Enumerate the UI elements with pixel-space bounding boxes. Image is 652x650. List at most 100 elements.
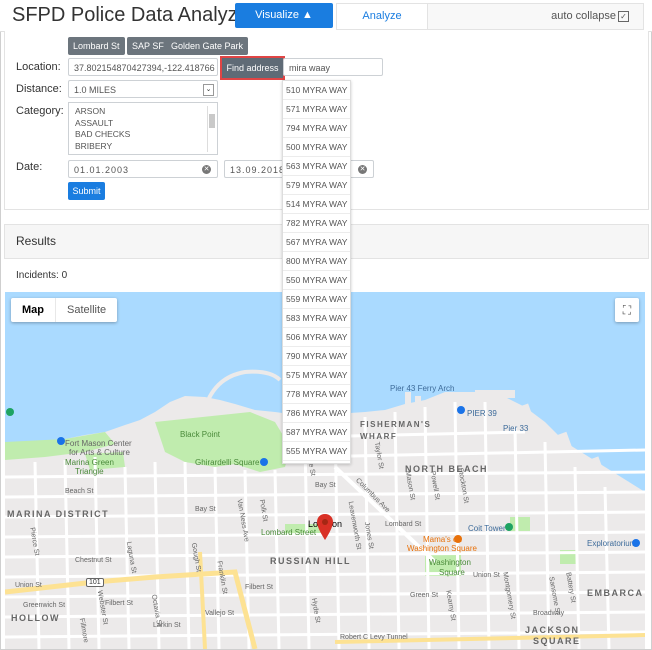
clear-date-to-icon[interactable]: ✕ <box>358 165 367 174</box>
map-label: Square <box>439 568 465 577</box>
preset-lombard-st-button[interactable]: Lombard St <box>68 37 125 55</box>
map-label: for Arts & Culture <box>69 448 130 457</box>
suggestion-item[interactable]: 559 MYRA WAY <box>283 290 350 309</box>
suggestion-item[interactable]: 583 MYRA WAY <box>283 309 350 328</box>
app-header: SFPD Police Data Analyzer Visualize ▲ An… <box>0 0 652 32</box>
suggestion-item[interactable]: 550 MYRA WAY <box>283 271 350 290</box>
street-label: Bay St <box>315 482 336 489</box>
distance-value: 1.0 MILES <box>74 85 117 95</box>
suggestion-item[interactable]: 510 MYRA WAY <box>283 81 350 100</box>
category-scrollbar[interactable] <box>207 106 215 152</box>
suggestion-item[interactable]: 579 MYRA WAY <box>283 176 350 195</box>
street-label: Union St <box>473 572 500 579</box>
map-label: Robert C Levy Tunnel <box>340 634 408 641</box>
suggestion-item[interactable]: 500 MYRA WAY <box>283 138 350 157</box>
location-input[interactable]: 37.802154870427394,-122.418766 <box>68 58 218 76</box>
suggestion-item[interactable]: 790 MYRA WAY <box>283 347 350 366</box>
scrollbar-thumb[interactable] <box>209 114 215 128</box>
address-search-input[interactable]: mira waay <box>283 58 383 76</box>
suggestion-item[interactable]: 514 MYRA WAY <box>283 195 350 214</box>
map-type-map-button[interactable]: Map <box>11 298 56 322</box>
map-label: Exploratorium <box>587 539 637 548</box>
map-label: Black Point <box>180 430 221 439</box>
suggestion-item[interactable]: 571 MYRA WAY <box>283 100 350 119</box>
suggestion-item[interactable]: 555 MYRA WAY <box>283 442 350 461</box>
map-label: Washington Square <box>407 544 477 553</box>
map-label: Triangle <box>75 467 104 476</box>
highway-101-shield: 101 <box>86 578 104 587</box>
header-options: auto collapse ✓ <box>427 3 644 30</box>
street-label: Larkin St <box>153 622 181 629</box>
map-label: Fort Mason Center <box>65 439 132 448</box>
district-label: MARINA DISTRICT <box>7 509 110 519</box>
street-label: Vallejo St <box>205 610 235 617</box>
tab-visualize[interactable]: Visualize ▲ <box>235 3 333 28</box>
suggestion-item[interactable]: 575 MYRA WAY <box>283 366 350 385</box>
suggestion-item[interactable]: 563 MYRA WAY <box>283 157 350 176</box>
distance-select[interactable]: 1.0 MILES ⌄ <box>68 80 218 98</box>
poi-icon[interactable] <box>454 535 462 543</box>
date-from-input[interactable]: 01.01.2003 <box>68 160 218 178</box>
app-title: SFPD Police Data Analyzer <box>12 4 256 26</box>
district-label: RUSSIAN HILL <box>270 556 351 566</box>
district-label: EMBARCA <box>587 588 644 598</box>
category-option[interactable]: BRIBERY <box>75 141 211 153</box>
poi-icon[interactable] <box>57 437 65 445</box>
suggestion-item[interactable]: 782 MYRA WAY <box>283 214 350 233</box>
preset-sap-sf-button[interactable]: SAP SF <box>127 37 169 55</box>
results-title: Results <box>16 234 57 248</box>
map-label: Pier 33 <box>503 424 529 433</box>
street-label: Greenwich St <box>23 602 66 609</box>
district-label: JACKSON <box>525 625 580 635</box>
address-suggestion-dropdown: 510 MYRA WAY 571 MYRA WAY 794 MYRA WAY 5… <box>282 80 351 464</box>
suggestion-item[interactable]: 786 MYRA WAY <box>283 404 350 423</box>
category-option[interactable]: BAD CHECKS <box>75 129 211 141</box>
distance-label: Distance: <box>16 83 62 95</box>
submit-button[interactable]: Submit <box>68 182 105 200</box>
district-label: SQUARE <box>533 636 581 646</box>
suggestion-item[interactable]: 778 MYRA WAY <box>283 385 350 404</box>
suggestion-item[interactable]: 800 MYRA WAY <box>283 252 350 271</box>
map-label: PIER 39 <box>467 409 497 418</box>
preset-golden-gate-park-button[interactable]: Golden Gate Park <box>166 37 249 55</box>
street-label: Filbert St <box>105 600 134 607</box>
map-label: Marina Green <box>65 458 114 467</box>
street-label: Chestnut St <box>75 557 112 564</box>
street-label: Lombard St <box>385 521 422 528</box>
auto-collapse-label: auto collapse <box>551 10 616 22</box>
district-label: WHARF <box>360 432 398 441</box>
poi-icon[interactable] <box>6 408 14 416</box>
district-label: HOLLOW <box>11 613 60 623</box>
clear-date-from-icon[interactable]: ✕ <box>202 165 211 174</box>
category-option[interactable]: ARSON <box>75 106 211 118</box>
poi-icon[interactable] <box>505 523 513 531</box>
fullscreen-icon[interactable]: ⛶ <box>615 298 639 322</box>
poi-icon[interactable] <box>632 539 640 547</box>
map-label: Washington <box>429 558 471 567</box>
incidents-count: Incidents: 0 <box>16 270 68 281</box>
tab-analyze[interactable]: Analyze <box>336 3 428 30</box>
street-label: Filbert St <box>245 584 274 591</box>
auto-collapse-checkbox[interactable]: ✓ <box>618 11 629 22</box>
auto-collapse-toggle[interactable]: auto collapse ✓ <box>551 10 629 22</box>
poi-icon[interactable] <box>260 458 268 466</box>
category-label: Category: <box>16 105 64 117</box>
map-label: Pier 43 Ferry Arch <box>390 384 455 393</box>
suggestion-item[interactable]: 567 MYRA WAY <box>283 233 350 252</box>
map-type-control: Map Satellite <box>11 298 118 322</box>
map-label: Lombard Street <box>261 528 317 537</box>
street-label: Beach St <box>65 488 94 495</box>
poi-icon[interactable] <box>457 406 465 414</box>
category-listbox[interactable]: ARSON ASSAULT BAD CHECKS BRIBERY <box>68 102 218 155</box>
map-label: Ghirardelli Square <box>195 458 260 467</box>
street-label: Union St <box>15 582 42 589</box>
find-address-button[interactable]: Find address <box>220 56 285 80</box>
suggestion-item[interactable]: 794 MYRA WAY <box>283 119 350 138</box>
map-type-satellite-button[interactable]: Satellite <box>56 298 117 322</box>
suggestion-item[interactable]: 506 MYRA WAY <box>283 328 350 347</box>
suggestion-item[interactable]: 587 MYRA WAY <box>283 423 350 442</box>
date-label: Date: <box>16 161 43 173</box>
category-option[interactable]: ASSAULT <box>75 118 211 130</box>
chevron-down-icon: ⌄ <box>203 84 214 96</box>
location-pin-icon[interactable] <box>317 514 333 540</box>
